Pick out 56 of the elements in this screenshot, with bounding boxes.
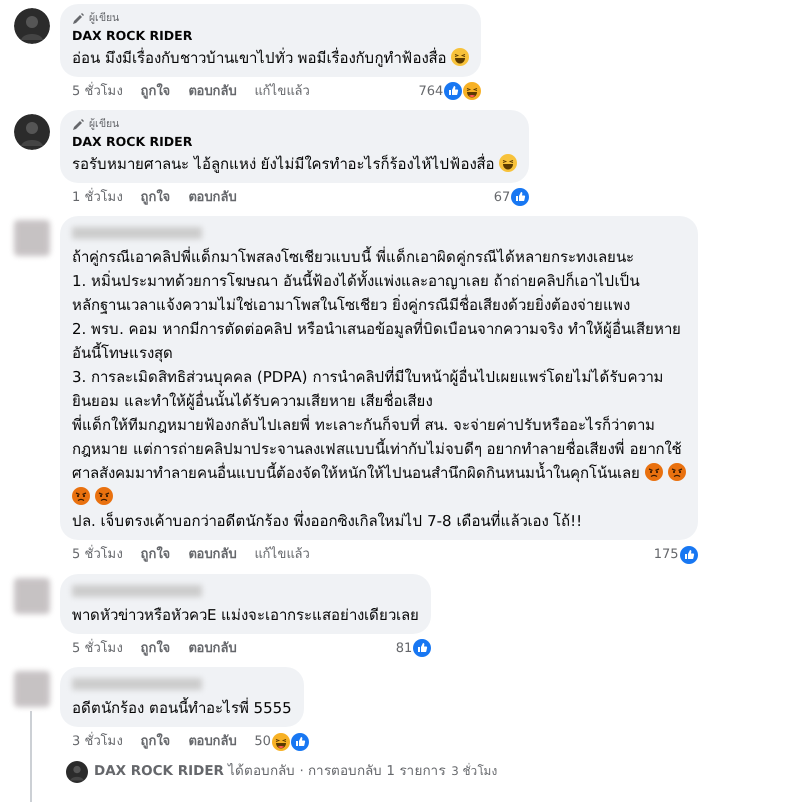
reply-link[interactable]: ตอบกลับ	[188, 638, 236, 658]
comment-text: ถ้าคู่กรณีเอาคลิปพี่แด็กมาโพสลงโซเชียวแบบนี้ พี่แด็กเอาผิดคู่กรณีได้หลายกระทงเลยนะ	[72, 245, 635, 268]
edited-label: แก้ไขแล้ว	[254, 545, 310, 564]
author-label: ผู้เขียน	[89, 11, 119, 26]
timestamp[interactable]: 1 ชั่วโมง	[72, 188, 122, 207]
like-link[interactable]: ถูกใจ	[140, 545, 170, 564]
reply-link[interactable]: ตอบกลับ	[188, 188, 236, 207]
reply-link[interactable]: ตอบกลับ	[188, 732, 236, 752]
replies-link[interactable]: DAX ROCK RIDER ได้ตอบกลับ · การตอบกลับ 1 รายการ	[94, 761, 446, 782]
commenter-name[interactable]: DAX ROCK RIDER	[72, 26, 470, 46]
comment-text: 3. การละเมิดสิทธิส่วนบุคคล (PDPA) การนำคลิปที่มีใบหน้าผู้อื่นไปเผยแพร่โดยไม่ได้รับความ ยินยอม และทำให้ผู้อื่นนั้นได้รับความเสียหาย เสียชื่อเสียง	[72, 366, 664, 412]
avatar[interactable]	[66, 760, 88, 782]
reaction-count[interactable]: 764	[418, 82, 444, 101]
like-icon	[511, 188, 530, 206]
laughing-emoji-icon	[463, 82, 482, 100]
reply-time: 3 ชั่วโมง	[451, 762, 498, 780]
comment-text: อ่อน มึงมีเรื่องกับชาวบ้านเขาไปทั่ว พอมีเรื่องกับกูทำฟ้องสื่อ	[72, 46, 470, 70]
angry-emoji-icon	[668, 463, 686, 481]
angry-emoji-icon	[72, 487, 90, 505]
timestamp[interactable]: 5 ชั่วโมง	[72, 638, 122, 658]
comment-text: พาดหัวข่าวหรือหัวควE แม่งจะเอากระแสอย่างเดียวเลย	[72, 604, 420, 626]
reply-link[interactable]: ตอบกลับ	[188, 545, 236, 564]
like-link[interactable]: ถูกใจ	[140, 82, 170, 101]
edited-label: แก้ไขแล้ว	[254, 82, 310, 100]
reaction-count[interactable]: 67	[494, 188, 510, 207]
like-icon	[290, 732, 309, 751]
laughing-emoji-icon	[499, 154, 518, 172]
comment-text: อดีตนักร้อง ตอนนี้ทำอะไรพี่ 5555	[72, 696, 292, 719]
comment-text: 1. หมิ่นประมาทด้วยการโฆษณา อันนี้ฟ้องได้ทั้งแพ่งและอาญาเลย ถ้าถ่ายคลิปก็เอาไปเป็น หลักฐานเวลาแจ้งความไม่ใช่เอามาโพสในโซเชียว ยิ่งคู่กรณีมีชื่อเสียงด้วยยิ่งต้องจ่ายแพง	[72, 269, 641, 316]
commenter-name[interactable]: DAX ROCK RIDER	[72, 132, 518, 152]
comment-text: พี่แด็กให้ทีมกฎหมายฟ้องกลับไปเลยพี่ ทะเลาะกันก็จบที่ สน. จะจ่ายค่าปรับหรืออะไรก็ว่าตาม กฎหมาย แต่การถ่ายคลิปมาประจานลงเฟสแบบนี้เท่ากับไม่จบดีๆ อยากทำลายชื่อเสียงพี่ อยากใช้ ศาลสังคมมาทำลายคนอื่นแบบนี้ต้องจัดให้หนักให้ไปนอนสำนึกผิดกินหนมน้ำในคุกโน้นเลย	[72, 413, 686, 509]
avatar[interactable]	[14, 114, 50, 150]
timestamp[interactable]: 5 ชั่วโมง	[72, 545, 122, 564]
comment-text: ปล. เจ็บตรงเค้าบอกว่าอดีตนักร้อง พึ่งออกซิงเกิลใหม่ไป 7-8 เดือนที่แล้วเอง โถ้!!	[72, 510, 584, 532]
timestamp[interactable]: 5 ชั่วโมง	[72, 82, 122, 101]
like-icon	[413, 639, 432, 658]
comment-text: รอรับหมายศาลนะ ไอ้ลูกแหง่ ยังไม่มีใครทำอะไรก็ร้องไห้ไปฟ้องสื่อ	[72, 152, 518, 176]
comment-text: 2. พรบ. คอม หากมีการตัดต่อคลิป หรือนำเสนอข้อมูลที่บิดเบือนจากความจริง ทำให้ผู้อื่นเสียหาย อันนี้โทษแรงสุด	[72, 318, 682, 364]
timestamp[interactable]: 3 ชั่วโมง	[72, 732, 122, 752]
like-link[interactable]: ถูกใจ	[140, 188, 170, 207]
pencil-icon	[72, 118, 85, 131]
angry-emoji-icon	[94, 487, 113, 505]
laughing-emoji-icon	[451, 48, 470, 66]
like-link[interactable]: ถูกใจ	[140, 638, 170, 658]
pencil-icon	[72, 12, 85, 25]
laughing-emoji-icon	[272, 732, 290, 751]
author-label: ผู้เขียน	[89, 117, 119, 132]
like-link[interactable]: ถูกใจ	[140, 732, 170, 752]
reply-link[interactable]: ตอบกลับ	[188, 82, 236, 101]
angry-emoji-icon	[644, 463, 663, 481]
reaction-count[interactable]: 50	[254, 732, 271, 752]
avatar[interactable]	[14, 8, 50, 44]
like-icon	[444, 82, 462, 100]
reaction-count[interactable]: 175	[654, 545, 679, 564]
like-icon	[680, 546, 698, 564]
reaction-count[interactable]: 81	[396, 638, 412, 658]
